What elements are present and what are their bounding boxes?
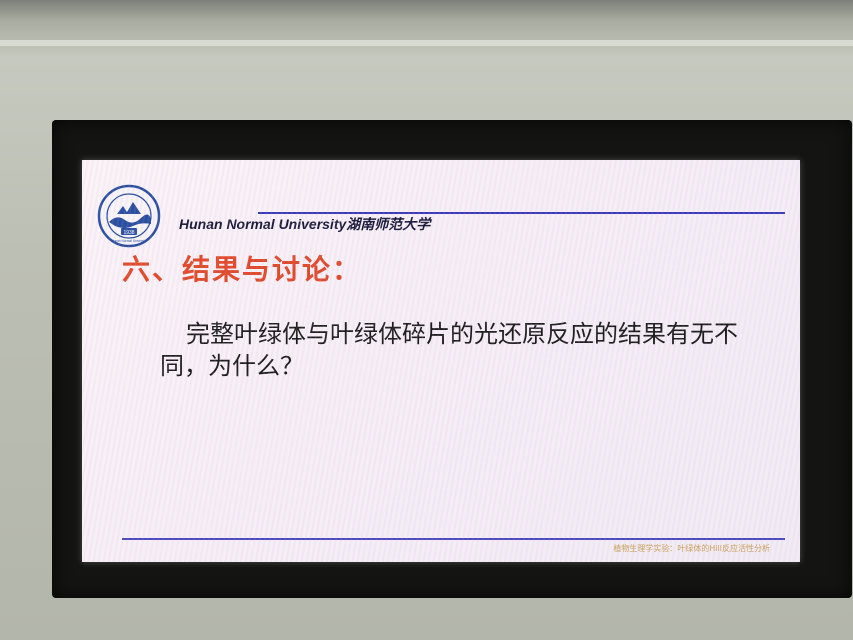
projected-slide: 1938 Hunan Normal University Hunan Norma…: [82, 160, 800, 562]
monitor-top-frame: [0, 0, 853, 58]
logo-year: 1938: [123, 230, 134, 236]
footer-rule: [122, 538, 785, 540]
frame-highlight: [0, 40, 853, 46]
slide-footer: 植物生理学实验：叶绿体的Hill反应活性分析: [613, 544, 770, 553]
university-logo-icon: 1938 Hunan Normal University: [97, 184, 161, 248]
slide-title: 六、结果与讨论：: [122, 253, 363, 286]
slide-body-text: 完整叶绿体与叶绿体碎片的光还原反应的结果有无不同，为什么？: [160, 320, 738, 380]
header-institution: Hunan Normal University湖南师范大学: [179, 216, 431, 232]
logo-caption: Hunan Normal University: [111, 239, 147, 243]
photo-scene: 1938 Hunan Normal University Hunan Norma…: [0, 0, 853, 640]
